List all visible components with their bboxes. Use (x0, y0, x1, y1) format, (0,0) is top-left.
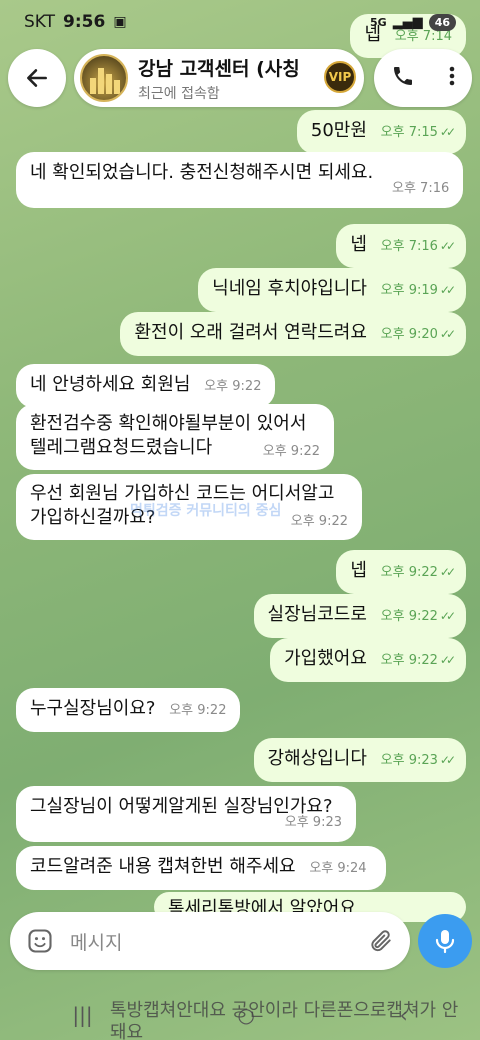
microphone-icon (435, 930, 455, 954)
clock: 9:56 (63, 12, 106, 32)
recent-apps-icon[interactable]: ||| (72, 1003, 92, 1027)
phone-icon (393, 67, 412, 85)
message-bubble[interactable]: 가입했어요 오후 9:22 ✓✓ (270, 638, 466, 682)
message-bubble[interactable]: 환전이 오래 걸려서 연락드려요 오후 9:20 ✓✓ (120, 312, 466, 356)
message-bubble[interactable]: 네 안녕하세요 회원님 오후 9:22 (16, 364, 276, 408)
message-text: 50만원 (310, 120, 367, 141)
overlay-text: 톡방캡쳐안대요 공안이라 다른폰으로캡쳐가 안돼요 (110, 1000, 459, 1040)
carrier-label: SKT (24, 12, 56, 32)
message-time: 오후 9:22 (169, 703, 227, 718)
read-check-icon: ✓✓ (439, 609, 456, 623)
message-time: 오후 9:22 (204, 379, 262, 394)
message-time: 오후 9:22 (380, 609, 438, 624)
watermark: 먹튀검증 커뮤니티의 중심 (130, 503, 282, 519)
read-check-icon: ✓✓ (439, 753, 456, 767)
message-text: 환전이 오래 걸려서 연락드려요 (134, 322, 367, 343)
message-bubble[interactable]: 그실장님이 어떻게알게된 실장님인가요? 오후 9:23 (16, 786, 356, 842)
message-text: 코드알려준 내용 캡쳐한번 해주세요 (30, 856, 296, 877)
read-check-icon: ✓✓ (439, 653, 456, 667)
read-check-icon: ✓✓ (439, 565, 456, 579)
chat-title: 강남 고객센터 (사칭 (138, 57, 300, 80)
message-bubble[interactable]: 코드알려준 내용 캡쳐한번 해주세요 오후 9:24 (16, 846, 386, 890)
chat-info[interactable]: 강남 고객센터 (사칭 최근에 접속함 VIP (74, 49, 364, 107)
message-time: 오후 9:22 (380, 653, 438, 668)
last-seen-status: 최근에 접속함 (138, 85, 220, 102)
header-actions (374, 49, 472, 107)
back-button[interactable] (8, 49, 66, 107)
message-bubble[interactable]: 강해상입니다 오후 9:23 ✓✓ (253, 738, 466, 782)
avatar (80, 54, 128, 102)
message-time: 오후 7:16 (392, 181, 450, 196)
message-text: 실장님코드로 (267, 604, 367, 625)
read-check-icon: ✓✓ (439, 327, 456, 341)
message-text: 누구실장님이요? (30, 698, 156, 719)
message-bubble[interactable]: 닉네임 후치야입니다 오후 9:19 ✓✓ (198, 268, 466, 312)
call-button[interactable] (391, 64, 415, 92)
message-list: 넵 오후 7:14 50만원 오후 7:15 ✓✓ 네 확인되었습니다. 충전신청… (0, 0, 480, 1040)
vip-badge: VIP (324, 61, 356, 93)
message-text: 네 확인되었습니다. 충전신청해주시면 되세요. (30, 162, 374, 183)
message-bubble[interactable]: 환전검수중 확인해야될부분이 있어서 텔레그램요청드렸습니다 오후 9:22 (16, 404, 334, 470)
message-time: 오후 9:22 (290, 514, 348, 529)
signal-icon: ▂▄▆ (392, 14, 423, 30)
message-text: 닉네임 후치야입니다 (212, 278, 367, 299)
message-composer[interactable]: 메시지 (10, 912, 410, 970)
message-time: 오후 9:22 (262, 444, 320, 459)
message-time: 오후 7:15 (380, 125, 438, 140)
message-text: 넵 (350, 560, 367, 581)
battery-icon: 46 (428, 13, 456, 31)
message-bubble[interactable]: 넵 오후 7:16 ✓✓ (336, 224, 466, 268)
network-label: 5G (370, 15, 387, 29)
voice-message-button[interactable] (418, 914, 472, 968)
message-input[interactable]: 메시지 (70, 928, 368, 955)
sticker-icon[interactable] (26, 927, 54, 955)
message-bubble[interactable]: 네 확인되었습니다. 충전신청해주시면 되세요. 오후 7:16 (16, 152, 464, 208)
chat-header: 강남 고객센터 (사칭 최근에 접속함 VIP (8, 48, 472, 108)
message-bubble[interactable]: 실장님코드로 오후 9:22 ✓✓ (253, 594, 466, 638)
message-bubble[interactable]: 50만원 오후 7:15 ✓✓ (296, 110, 466, 154)
message-text: 강해상입니다 (267, 748, 367, 769)
message-time: 오후 9:20 (380, 327, 438, 342)
read-check-icon: ✓✓ (439, 239, 456, 253)
message-time: 오후 9:19 (380, 283, 438, 298)
paperclip-icon[interactable] (368, 928, 394, 954)
message-time: 오후 9:22 (380, 565, 438, 580)
status-icons: 5G ▂▄▆ 46 (370, 13, 456, 31)
status-bar: SKT 9:56 ▣ 5G ▂▄▆ 46 (0, 0, 480, 44)
message-text: 가입했어요 (284, 648, 367, 669)
more-vertical-icon (449, 66, 454, 86)
message-bubble[interactable]: 누구실장님이요? 오후 9:22 (16, 688, 241, 732)
message-text: 네 안녕하세요 회원님 (30, 374, 191, 395)
message-text: 넵 (350, 234, 367, 255)
read-check-icon: ✓✓ (439, 283, 456, 297)
message-text: 환전검수중 확인해야될부분이 있어서 (30, 413, 307, 434)
arrow-left-icon (27, 69, 47, 87)
message-time: 오후 7:16 (380, 239, 438, 254)
read-check-icon: ✓✓ (439, 125, 456, 139)
more-options-button[interactable] (448, 64, 456, 92)
message-bubble[interactable]: 넵 오후 9:22 ✓✓ (336, 550, 466, 594)
message-time: 오후 9:24 (309, 861, 367, 876)
message-time: 오후 9:23 (380, 753, 438, 768)
screenshot-icon: ▣ (113, 14, 127, 30)
message-time: 오후 9:23 (284, 815, 342, 830)
